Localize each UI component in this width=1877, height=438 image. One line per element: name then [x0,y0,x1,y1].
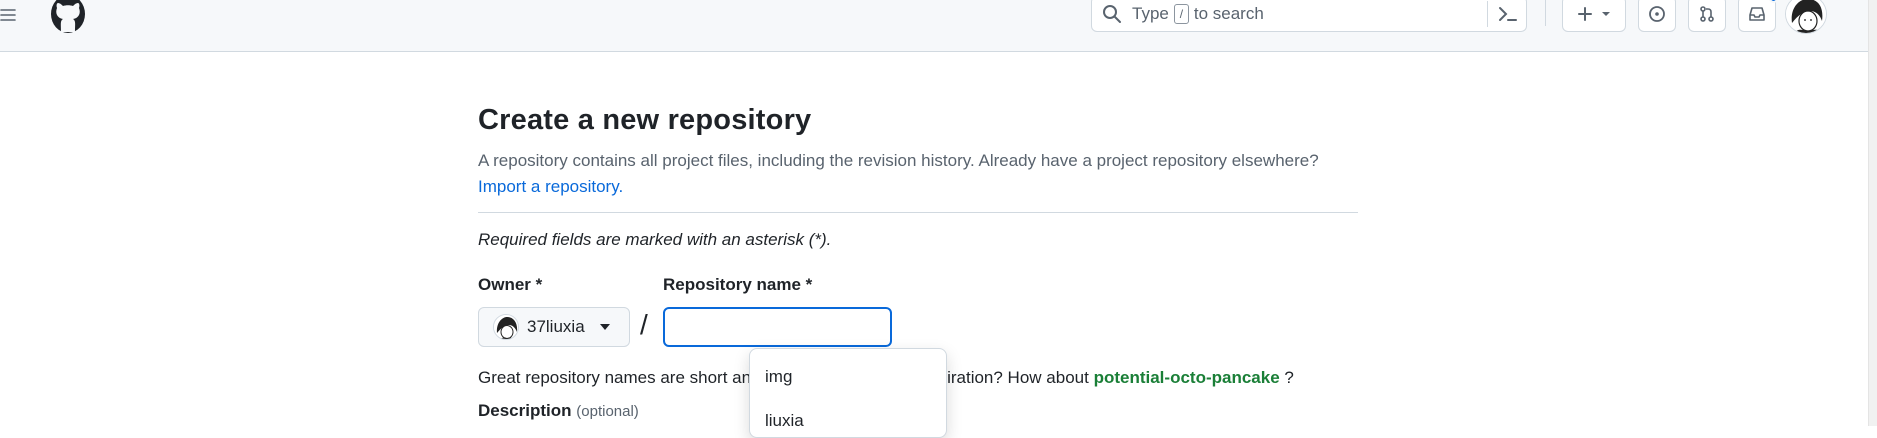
inbox-icon [1749,7,1765,21]
search-icon [1103,5,1121,23]
autocomplete-item[interactable]: liuxia [765,411,804,431]
owner-label: Owner * [478,275,542,295]
repository-name-label: Repository name * [663,275,813,294]
hint-text-middle: iration? How about [947,368,1089,387]
intro-text: A repository contains all project files,… [478,148,1358,200]
menu-button[interactable] [0,0,20,30]
chevron-down-icon [1602,12,1610,16]
owner-dropdown[interactable]: 37liuxia [478,307,630,347]
search-placeholder: Type / to search [1132,4,1264,24]
owner-repo-separator: / [640,309,648,340]
autocomplete-item[interactable]: img [765,367,792,387]
notification-dot [1769,0,1778,3]
required-fields-note: Required fields are marked with an aster… [478,230,832,249]
owner-name: 37liuxia [527,317,585,336]
create-new-button[interactable] [1562,0,1626,32]
import-repository-link[interactable]: Import a repository. [478,177,623,196]
github-logo[interactable] [46,0,90,34]
issues-button[interactable] [1638,0,1676,32]
hint-text-end: ? [1284,368,1294,387]
hamburger-icon [0,9,16,21]
github-logo-icon [51,0,85,33]
pull-requests-button[interactable] [1688,0,1726,32]
search-box[interactable]: Type / to search [1091,0,1527,32]
caret-down-icon [599,324,610,330]
intro-description: A repository contains all project files,… [478,151,1319,170]
user-avatar[interactable] [1785,0,1827,34]
autocomplete-popup: img liuxia [749,348,947,438]
pull-request-icon [1700,6,1714,22]
page-title: Create a new repository [478,104,812,136]
section-divider [478,212,1358,213]
description-optional-tag: (optional) [576,403,639,420]
search-placeholder-pre: Type [1132,4,1169,23]
owner-repo-fields: 37liuxia / [478,307,1358,349]
owner-avatar-icon [494,315,518,339]
hint-text-start: Great repository names are short an [478,368,752,387]
command-palette-icon[interactable] [1496,3,1520,25]
avatar-image-icon [1786,0,1826,33]
issues-icon [1649,6,1665,22]
search-divider [1487,1,1488,27]
owner-avatar [493,314,519,340]
repository-name-input[interactable] [663,307,892,347]
field-labels: Owner * Repository name * [478,275,1358,301]
plus-icon [1578,7,1592,21]
search-shortcut-key: / [1173,4,1189,24]
header-divider [1545,0,1546,26]
page-scrollbar[interactable] [1868,0,1877,426]
global-header: Type / to search [0,0,1877,52]
owner-label-text: Owner * [478,275,543,294]
search-placeholder-post: to search [1193,4,1264,23]
description-label-text: Description [478,401,572,420]
inbox-button[interactable] [1738,0,1778,32]
name-suggestion-link[interactable]: potential-octo-pancake [1094,368,1280,387]
